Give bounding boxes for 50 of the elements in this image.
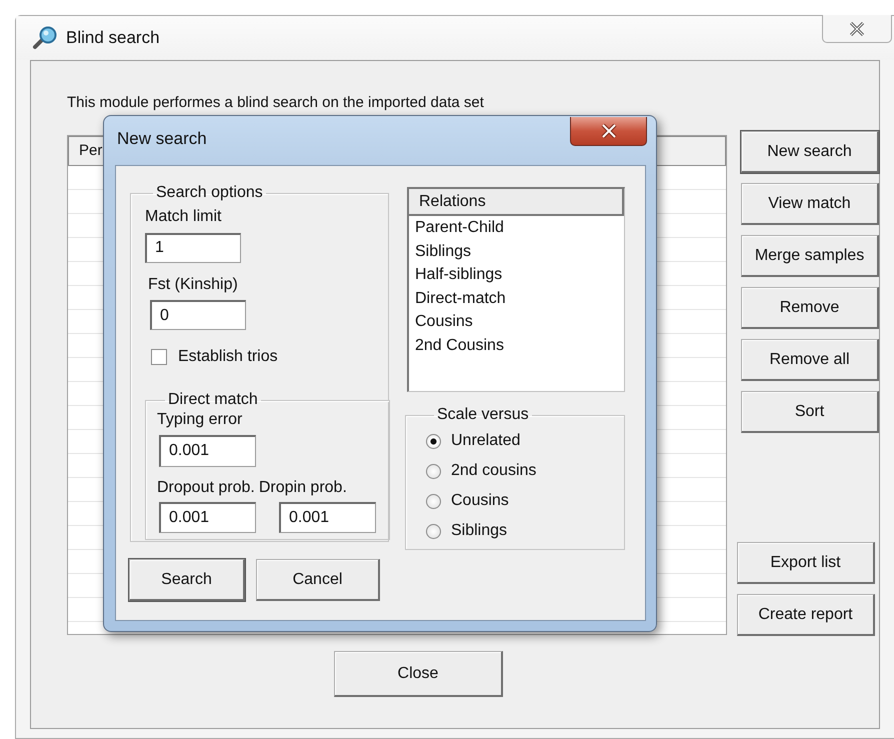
window-title: Blind search [66, 27, 160, 50]
radio-label: Cousins [451, 491, 509, 511]
description-text: This module performes a blind search on the imported data set [67, 94, 484, 111]
dialog-title: New search [117, 128, 207, 150]
radio-button[interactable] [426, 434, 441, 448]
side-button[interactable]: Remove all [741, 339, 879, 381]
close-icon [848, 22, 866, 36]
column-header[interactable]: Per [79, 140, 102, 162]
side-button[interactable]: Export list [737, 542, 875, 584]
match-limit-field[interactable]: 1 [145, 232, 241, 262]
side-button[interactable]: New search [741, 131, 879, 173]
radio-label: Siblings [451, 521, 508, 541]
close-button[interactable] [822, 15, 892, 43]
side-button[interactable]: Create report [737, 594, 875, 636]
side-button[interactable]: Sort [741, 391, 879, 433]
field-label: Typing error [157, 410, 242, 430]
close-button[interactable] [570, 117, 647, 146]
radio-button[interactable] [426, 464, 441, 478]
radio-label: 2nd cousins [451, 461, 536, 481]
dropin-field[interactable]: 0.001 [279, 502, 376, 532]
group-label: Scale versus [436, 406, 530, 424]
side-button[interactable]: Remove [741, 287, 879, 329]
group-label: Direct match [167, 391, 259, 409]
close-icon [600, 124, 618, 138]
close-button[interactable]: Close [334, 651, 503, 697]
dropout-field[interactable]: 0.001 [159, 502, 256, 532]
cancel-button[interactable]: Cancel [256, 559, 380, 601]
typing-error-field[interactable]: 0.001 [159, 434, 256, 466]
search-button[interactable]: Search [129, 559, 245, 601]
field-label: Dropin prob. [258, 478, 347, 498]
radio-button[interactable] [426, 494, 441, 508]
field-label: Match limit [145, 207, 222, 227]
column-header[interactable]: Relations [409, 189, 624, 216]
checkbox-label: Establish trios [178, 347, 278, 367]
side-button[interactable]: View match [741, 183, 879, 225]
radio-label: Unrelated [451, 431, 520, 451]
fst-field[interactable]: 0 [150, 300, 246, 330]
list-item[interactable]: Half-siblings [409, 263, 624, 286]
list-item[interactable]: 2nd Cousins [409, 334, 624, 357]
field-label: Dropout prob. [157, 478, 255, 498]
search-icon [32, 26, 58, 50]
list-item[interactable]: Cousins [409, 310, 624, 334]
field-label: Fst (Kinship) [148, 274, 238, 294]
list-item[interactable]: Direct-match [409, 286, 624, 310]
radio-button[interactable] [426, 524, 441, 538]
checkbox[interactable] [151, 349, 167, 365]
group-label: Search options [155, 184, 264, 202]
side-button[interactable]: Merge samples [741, 235, 879, 277]
list-item[interactable]: Siblings [409, 240, 624, 263]
list-item[interactable]: Parent-Child [409, 216, 624, 240]
